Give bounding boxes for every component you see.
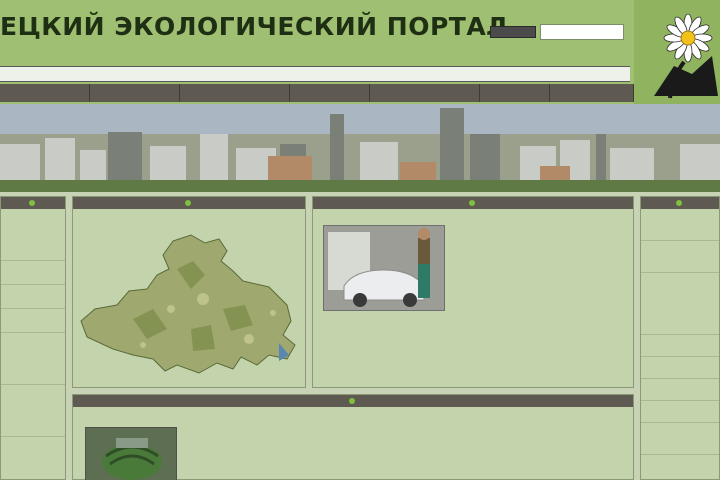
left-sidebar bbox=[0, 196, 66, 480]
right-sidebar-item-4[interactable] bbox=[641, 335, 719, 357]
right-sidebar-item-7[interactable] bbox=[641, 401, 719, 423]
search-input[interactable] bbox=[540, 24, 624, 40]
region-map-panel bbox=[72, 196, 306, 388]
left-sidebar-item-6[interactable] bbox=[1, 385, 65, 437]
left-sidebar-item-1[interactable] bbox=[1, 209, 65, 261]
green-dot-icon bbox=[675, 199, 682, 206]
green-dot-icon bbox=[28, 199, 35, 206]
news-panel-header bbox=[313, 197, 633, 209]
nav-item-2[interactable] bbox=[90, 84, 180, 102]
nav-item-3[interactable] bbox=[180, 84, 290, 102]
latest-news-panel bbox=[72, 394, 634, 480]
logo[interactable] bbox=[634, 0, 720, 104]
featured-news-panel bbox=[312, 196, 634, 388]
nav-item-7[interactable] bbox=[550, 84, 634, 102]
right-sidebar-item-5[interactable] bbox=[641, 357, 719, 379]
left-sidebar-item-2[interactable] bbox=[1, 261, 65, 285]
right-sidebar bbox=[640, 196, 720, 480]
right-sidebar-item-1[interactable] bbox=[641, 209, 719, 241]
green-dot-icon bbox=[184, 199, 191, 206]
daisy-flower-logo-icon bbox=[654, 13, 718, 99]
latest-news-header bbox=[73, 395, 633, 407]
left-sidebar-header bbox=[1, 197, 65, 209]
right-sidebar-header bbox=[641, 197, 719, 209]
news-photo[interactable] bbox=[323, 225, 445, 311]
site-header: ЕЦКИЙ ЭКОЛОГИЧЕСКИЙ ПОРТАЛ bbox=[0, 0, 720, 104]
nav-item-5[interactable] bbox=[370, 84, 480, 102]
right-sidebar-item-2[interactable] bbox=[641, 241, 719, 273]
latest-news-photo[interactable] bbox=[85, 427, 177, 480]
map-panel-header bbox=[73, 197, 305, 209]
search-button[interactable] bbox=[490, 26, 536, 38]
right-sidebar-item-8[interactable] bbox=[641, 423, 719, 455]
left-sidebar-item-5[interactable] bbox=[1, 333, 65, 385]
green-dot-icon bbox=[348, 397, 355, 404]
nav-item-6[interactable] bbox=[480, 84, 550, 102]
green-dot-icon bbox=[468, 199, 475, 206]
right-sidebar-item-3[interactable] bbox=[641, 273, 719, 335]
left-sidebar-item-3[interactable] bbox=[1, 285, 65, 309]
site-title[interactable]: ЕЦКИЙ ЭКОЛОГИЧЕСКИЙ ПОРТАЛ bbox=[0, 12, 507, 41]
region-map[interactable] bbox=[73, 209, 307, 387]
right-sidebar-item-6[interactable] bbox=[641, 379, 719, 401]
news-ticker[interactable] bbox=[0, 66, 630, 82]
nav-item-1[interactable] bbox=[0, 84, 90, 102]
nav-item-4[interactable] bbox=[290, 84, 370, 102]
left-sidebar-item-4[interactable] bbox=[1, 309, 65, 333]
city-banner-image bbox=[0, 104, 720, 192]
main-navigation bbox=[0, 84, 634, 102]
